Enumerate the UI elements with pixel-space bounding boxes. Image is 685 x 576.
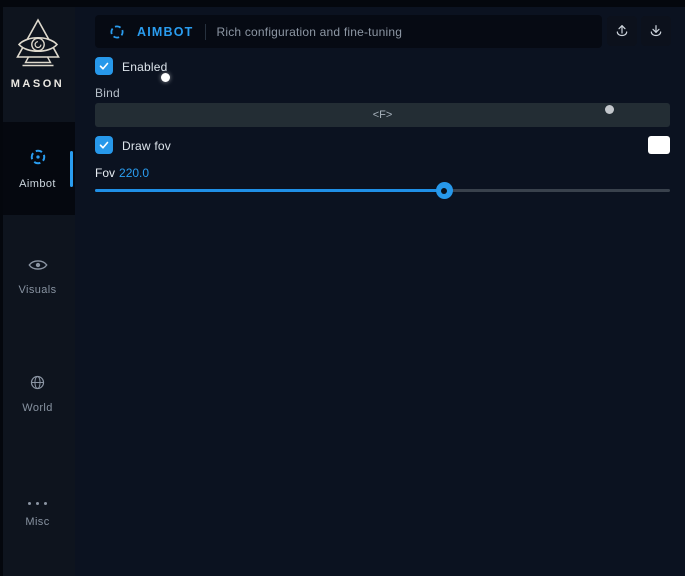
sidebar-item-label: Visuals (18, 284, 56, 296)
check-icon (98, 60, 110, 72)
window-top-border (0, 0, 685, 7)
fov-color-swatch[interactable] (648, 136, 670, 154)
sidebar-item-world[interactable]: World (0, 372, 75, 416)
page-title: AIMBOT (137, 25, 194, 39)
eye-icon (28, 257, 48, 278)
sidebar-item-label: Aimbot (19, 178, 56, 190)
slider-thumb[interactable] (436, 182, 453, 199)
crosshair-icon (28, 147, 48, 172)
globe-icon (29, 374, 46, 396)
sidebar-item-label: World (22, 402, 53, 414)
header-divider (205, 24, 206, 40)
bind-key-input[interactable]: <F> (95, 103, 670, 127)
bind-label: Bind (95, 86, 120, 100)
bind-key-value: <F> (373, 109, 393, 121)
download-icon (648, 23, 664, 39)
mouse-cursor-dot (161, 73, 170, 82)
draw-fov-label: Draw fov (122, 139, 171, 153)
fov-slider[interactable] (95, 182, 670, 199)
sidebar-item-label: Misc (25, 516, 49, 528)
sidebar-item-aimbot[interactable]: Aimbot (0, 122, 75, 215)
ellipsis-icon (28, 496, 47, 510)
enabled-label: Enabled (122, 60, 167, 74)
fov-value-row: Fov 220.0 (95, 166, 149, 180)
export-config-button[interactable] (607, 16, 637, 46)
fov-label: Fov (95, 166, 115, 180)
slider-fill (95, 189, 444, 192)
import-config-button[interactable] (641, 16, 671, 46)
enabled-checkbox[interactable] (95, 57, 113, 75)
fov-value: 220.0 (119, 166, 149, 180)
check-icon (98, 139, 110, 151)
brand-logo: MASON (0, 18, 75, 90)
window-left-border (0, 0, 3, 576)
page-header: AIMBOT Rich configuration and fine-tunin… (95, 15, 602, 48)
sidebar: MASON Aimbot Visuals (0, 0, 75, 576)
sidebar-item-visuals[interactable]: Visuals (0, 254, 75, 298)
active-tab-indicator (70, 151, 73, 187)
upload-icon (614, 23, 630, 39)
app-window: MASON Aimbot Visuals (0, 0, 685, 576)
page-subtitle: Rich configuration and fine-tuning (217, 25, 403, 39)
draw-fov-checkbox[interactable] (95, 136, 113, 154)
illuminati-eye-logo-icon (15, 18, 61, 70)
sidebar-item-misc[interactable]: Misc (0, 490, 75, 534)
brand-name: MASON (0, 78, 75, 90)
small-gray-dot (605, 105, 614, 114)
crosshair-icon (108, 23, 126, 41)
